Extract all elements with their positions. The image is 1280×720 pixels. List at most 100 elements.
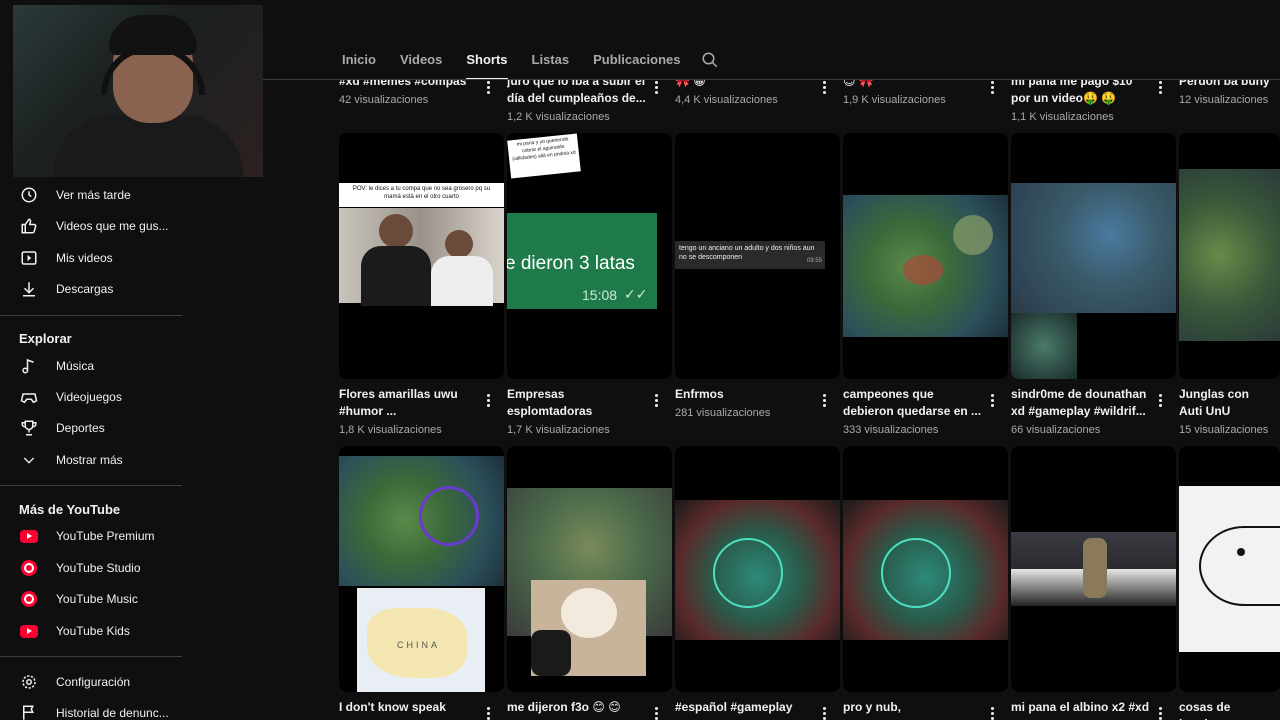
cat-image [531,580,646,676]
short-thumbnail[interactable] [1179,133,1280,379]
youtube-premium-icon [19,526,39,546]
sidebar-item-label: Historial de denunc... [56,705,169,720]
caption-time: 09:55 [806,258,822,264]
short-title[interactable]: sindr0me de dounathan xd #gameplay #wild… [1011,386,1151,420]
tab-listas[interactable]: Listas [532,40,570,80]
more-options-icon[interactable] [987,704,997,720]
short-title[interactable]: Junglas con Auti UnU [1179,386,1274,420]
sidebar-item-youtube-kids[interactable]: YouTube Kids [0,615,182,646]
game-screenshot [1011,532,1176,606]
short-title[interactable]: #español #gameplay [675,699,815,716]
sidebar-item-youtube-premium[interactable]: YouTube Premium [0,520,182,551]
sidebar-item-watch-later[interactable]: Ver más tarde [0,179,182,210]
short-thumbnail[interactable]: POV: le dices a tu compa que no sea gros… [339,133,504,379]
sidebar-item-liked-videos[interactable]: Videos que me gus... [0,210,182,241]
play-square-icon [19,248,39,268]
meme-drawing [1179,486,1280,652]
more-options-icon[interactable] [651,78,661,96]
tabs-divider [263,79,1280,80]
sidebar-item-settings[interactable]: Configuración [0,666,182,697]
channel-search-button[interactable] [701,51,719,69]
game-screenshot [843,500,1008,640]
sidebar-item-youtube-music[interactable]: YouTube Music [0,583,182,614]
short-title[interactable]: Flores amarillas uwu #humor ... [339,386,479,420]
short-thumbnail[interactable]: mi pana y yo queriendo cobrar el aguinal… [507,133,672,379]
sidebar-item-label: YouTube Music [56,591,138,606]
short-thumbnail[interactable] [1011,446,1176,692]
more-options-icon[interactable] [819,704,829,720]
short-title[interactable]: Enfrmos [675,386,815,403]
short-thumbnail[interactable] [675,446,840,692]
short-title[interactable]: campeones que debieron quedarse en ... [843,386,983,420]
short-views: 333 visualizaciones [843,424,939,436]
tab-inicio[interactable]: Inicio [342,40,376,80]
short-title[interactable]: pro y nub, [843,699,983,716]
sidebar-item-music[interactable]: Música [0,350,182,381]
sidebar-item-show-more[interactable]: Mostrar más [0,444,182,475]
tab-shorts[interactable]: Shorts [466,40,508,80]
sidebar-item-report-history[interactable]: Historial de denunc... [0,697,182,720]
game-screenshot [843,195,1008,337]
short-thumbnail[interactable] [1011,133,1176,379]
more-options-icon[interactable] [651,391,661,409]
more-options-icon[interactable] [1155,78,1165,96]
short-title[interactable]: mi pana el albino x2 #xd [1011,699,1151,716]
short-title[interactable]: cosas de hombre [1179,699,1274,720]
gear-icon [19,672,39,692]
more-options-icon[interactable] [987,78,997,96]
sidebar-item-my-videos[interactable]: Mis videos [0,242,182,273]
download-icon [19,279,39,299]
sidebar-item-downloads[interactable]: Descargas [0,273,182,304]
sidebar-item-sports[interactable]: Deportes [0,412,182,443]
sidebar-item-gaming[interactable]: Videojuegos [0,381,182,412]
short-views: 66 visualizaciones [1011,424,1101,436]
short-thumbnail[interactable] [843,133,1008,379]
more-options-icon[interactable] [819,391,829,409]
sidebar-item-label: Deportes [56,420,105,435]
tab-publicaciones[interactable]: Publicaciones [593,40,680,80]
short-thumbnail[interactable]: tengo un anciano un adulto y dos niños a… [675,133,840,379]
more-options-icon[interactable] [483,391,493,409]
short-title[interactable]: Empresas esplomtadoras [507,386,647,420]
youtube-kids-icon [19,621,39,641]
more-options-icon[interactable] [819,78,829,96]
chevron-down-icon [19,450,39,470]
more-options-icon[interactable] [1155,704,1165,720]
short-thumbnail[interactable] [507,446,672,692]
thumbs-up-icon [19,216,39,236]
channel-tabs: Inicio Videos Shorts Listas Publicacione… [330,40,719,80]
thumbnail-caption: POV: le dices a tu compa que no sea gros… [339,183,504,207]
sidebar-item-label: Videos que me gus... [56,218,169,233]
more-options-icon[interactable] [1155,391,1165,409]
more-options-icon[interactable] [651,704,661,720]
trophy-icon [19,418,39,438]
more-options-icon[interactable] [483,704,493,720]
short-views: 12 visualizaciones [1179,94,1269,106]
short-title[interactable]: I don't know speak [339,699,479,716]
sidebar-section-heading: Explorar [19,331,72,346]
webcam-overlay [13,5,263,177]
map-image: CHINA [357,588,485,692]
sidebar-item-label: Configuración [56,674,131,689]
sidebar-item-label: YouTube Studio [56,560,141,575]
short-views: 1,1 K visualizaciones [1011,111,1114,123]
more-options-icon[interactable] [987,391,997,409]
sidebar-item-label: Ver más tarde [56,187,131,202]
short-views: 15 visualizaciones [1179,424,1269,436]
short-thumbnail[interactable] [1179,446,1280,692]
sidebar-item-label: Mostrar más [56,452,123,467]
double-check-icon: ✓✓ [624,286,648,302]
game-screenshot [675,500,840,640]
youtube-studio-icon [19,558,39,578]
tab-videos[interactable]: Videos [400,40,442,80]
short-thumbnail[interactable] [843,446,1008,692]
thumbnail-photo [339,208,504,306]
short-views: 42 visualizaciones [339,94,429,106]
game-screenshot [1179,169,1280,341]
search-icon [702,52,717,68]
short-title[interactable]: me dijeron f3o 😊 😊 [507,699,647,716]
sidebar-item-youtube-studio[interactable]: YouTube Studio [0,552,182,583]
more-options-icon[interactable] [483,78,493,96]
short-thumbnail[interactable]: CHINA [339,446,504,692]
clock-icon [19,185,39,205]
